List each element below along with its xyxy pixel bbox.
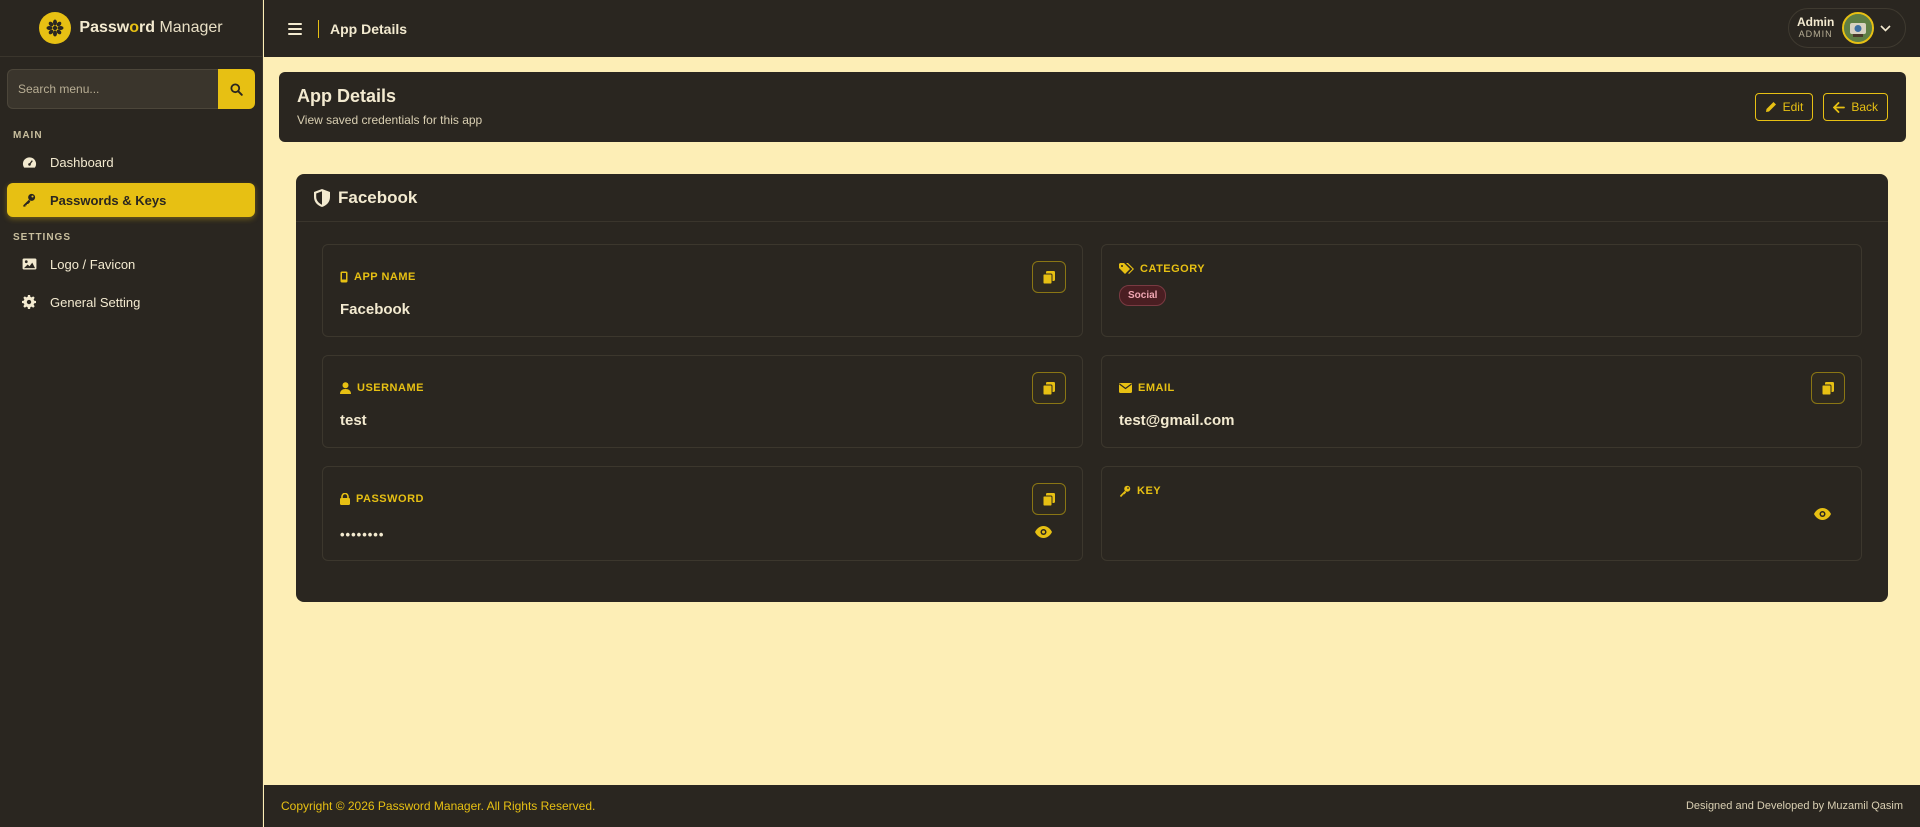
user-name: Admin (1797, 15, 1835, 30)
mobile-icon (340, 271, 348, 283)
card-header: Facebook (296, 174, 1888, 222)
page-header: App Details View saved credentials for t… (279, 72, 1906, 142)
user-info: Admin ADMIN (1797, 16, 1834, 39)
edit-button[interactable]: Edit (1754, 93, 1814, 121)
sidebar-item-dashboard[interactable]: Dashboard (7, 145, 255, 179)
key-field: KEY (1101, 466, 1862, 561)
key-icon (21, 192, 37, 208)
username-value: test (340, 412, 367, 429)
brand-name: Password Manager (79, 19, 223, 36)
app-name-value: Facebook (340, 301, 411, 318)
user-role: ADMIN (1798, 28, 1833, 39)
app-details-card: Facebook APP NAME Facebook CATEGORY Soci… (296, 174, 1888, 602)
copy-icon (1043, 270, 1055, 284)
logo-icon (39, 12, 72, 44)
shield-icon (314, 188, 330, 207)
card-title: Facebook (338, 187, 418, 207)
topbar-divider (318, 19, 319, 38)
header-actions: Edit Back (1754, 93, 1888, 121)
sidebar-item-label: Dashboard (50, 154, 114, 170)
app-name-field: APP NAME Facebook (322, 244, 1083, 337)
copy-username-button[interactable] (1032, 372, 1066, 404)
back-label: Back (1851, 100, 1878, 114)
user-menu[interactable]: Admin ADMIN (1788, 8, 1906, 48)
email-field: EMAIL test@gmail.com (1101, 355, 1862, 448)
page-subtitle: View saved credentials for this app (297, 113, 483, 127)
toggle-password-visibility[interactable] (1035, 526, 1052, 538)
topbar-title: App Details (330, 20, 408, 37)
lock-icon (340, 493, 350, 505)
eye-icon (1035, 526, 1052, 538)
password-label: PASSWORD (340, 493, 424, 505)
copy-password-button[interactable] (1032, 483, 1066, 515)
password-field: PASSWORD •••••••• (322, 466, 1083, 561)
tags-icon (1119, 263, 1134, 274)
copy-app-name-button[interactable] (1032, 261, 1066, 293)
page-title: App Details (297, 86, 397, 106)
brand[interactable]: Password Manager (0, 0, 262, 57)
gear-icon (21, 294, 37, 310)
footer-copyright: Copyright © 2026 Password Manager. All R… (281, 799, 596, 813)
sidebar-item-label: General Setting (50, 294, 141, 310)
footer-credit: Designed and Developed by Muzamil Qasim (1685, 800, 1903, 812)
footer: Copyright © 2026 Password Manager. All R… (264, 785, 1920, 827)
edit-label: Edit (1782, 100, 1804, 114)
sidebar-item-passwords-keys[interactable]: Passwords & Keys (7, 183, 255, 217)
key-icon (1120, 485, 1131, 497)
email-label: EMAIL (1119, 382, 1175, 394)
key-label: KEY (1119, 485, 1161, 497)
password-value: •••••••• (340, 527, 385, 542)
pencil-icon (1765, 102, 1776, 112)
category-label: CATEGORY (1119, 263, 1205, 275)
toggle-key-visibility[interactable] (1814, 508, 1831, 520)
search-input[interactable] (7, 69, 218, 109)
sidebar-item-label: Logo / Favicon (50, 256, 136, 272)
category-field: CATEGORY Social (1101, 244, 1862, 337)
sidebar-item-logo-favicon[interactable]: Logo / Favicon (7, 247, 255, 281)
email-value: test@gmail.com (1119, 412, 1235, 429)
arrow-left-icon (1833, 101, 1846, 113)
envelope-icon (1119, 383, 1132, 393)
back-button[interactable]: Back (1823, 93, 1888, 121)
search-icon (230, 82, 243, 96)
category-badge: Social (1119, 285, 1167, 306)
gauge-icon (21, 154, 37, 170)
username-label: USERNAME (340, 382, 424, 394)
avatar[interactable] (1842, 12, 1875, 44)
copy-icon (1043, 381, 1055, 395)
copy-icon (1043, 492, 1055, 506)
topbar: App Details Admin ADMIN (264, 0, 1920, 57)
sidebar-item-label: Passwords & Keys (50, 192, 167, 208)
copy-email-button[interactable] (1811, 372, 1845, 404)
eye-icon (1814, 508, 1831, 520)
username-field: USERNAME test (322, 355, 1083, 448)
sidebar-item-general-setting[interactable]: General Setting (7, 285, 255, 319)
section-title-main: MAIN (13, 130, 43, 141)
search-button[interactable] (218, 69, 255, 109)
sidebar: Password Manager MAIN Dashboard Password… (0, 0, 263, 827)
section-title-settings: SETTINGS (13, 232, 72, 243)
chevron-down-icon (1880, 24, 1891, 32)
menu-toggle-icon[interactable] (288, 22, 302, 36)
copy-icon (1822, 381, 1834, 395)
sidebar-search (7, 69, 255, 109)
image-icon (21, 256, 37, 272)
app-name-label: APP NAME (340, 271, 416, 283)
user-icon (340, 382, 351, 394)
